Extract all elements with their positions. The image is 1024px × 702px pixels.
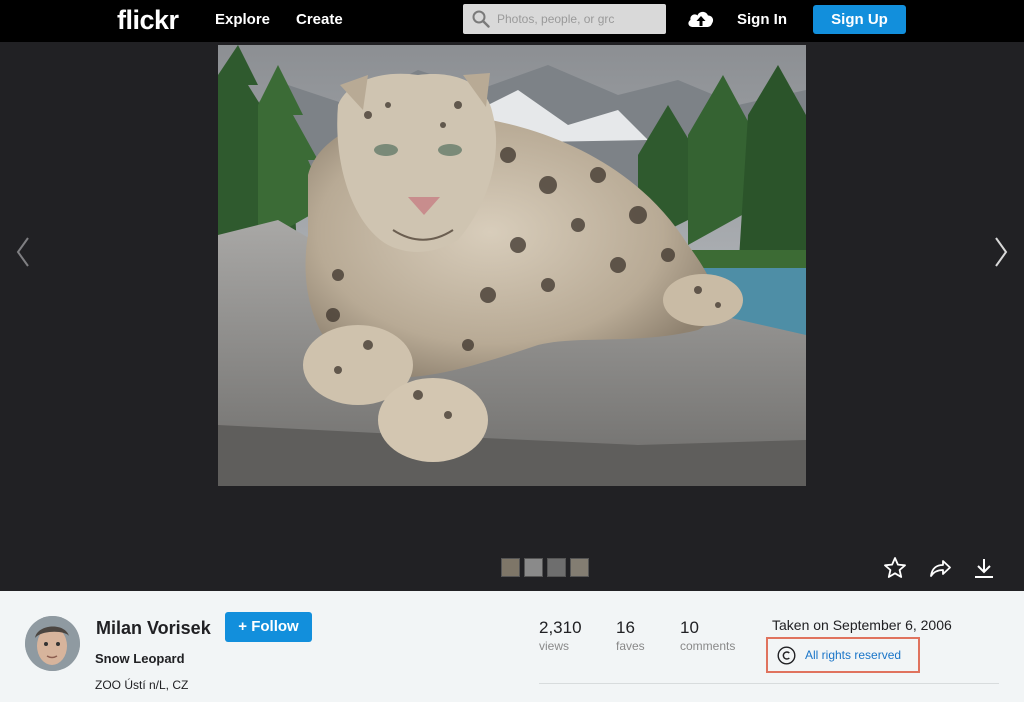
sign-up-button[interactable]: Sign Up <box>813 5 906 34</box>
thumbnail[interactable] <box>547 558 566 577</box>
snow-leopard-photo <box>218 45 806 486</box>
thumbnail[interactable] <box>524 558 543 577</box>
faves-count: 16 <box>616 618 635 637</box>
comments-label: comments <box>680 639 736 653</box>
upload-cloud-icon[interactable] <box>686 7 716 31</box>
share-arrow-icon[interactable] <box>928 556 952 580</box>
thumbnail[interactable] <box>570 558 589 577</box>
flickr-logo[interactable]: flickr <box>117 5 179 36</box>
photo-stage <box>0 42 1024 591</box>
photo-info-panel: Milan Vorisek + Follow Snow Leopard ZOO … <box>0 591 1024 702</box>
comments-stat: 10 comments <box>680 618 735 653</box>
photo-title: Snow Leopard <box>95 651 185 666</box>
views-stat: 2,310 views <box>539 618 582 653</box>
comments-count: 10 <box>680 618 699 637</box>
owner-avatar[interactable] <box>25 616 80 671</box>
favorite-star-icon[interactable] <box>883 556 907 580</box>
avatar-image <box>25 616 80 671</box>
copyright-icon <box>777 646 796 665</box>
owner-name[interactable]: Milan Vorisek <box>96 618 211 639</box>
date-taken: Taken on September 6, 2006 <box>772 617 952 633</box>
faves-label: faves <box>616 639 645 653</box>
thumbnail[interactable] <box>501 558 520 577</box>
license-highlight-box: All rights reserved <box>766 637 920 673</box>
search-input[interactable] <box>497 8 659 30</box>
nav-create[interactable]: Create <box>296 11 343 28</box>
nav-explore[interactable]: Explore <box>215 11 270 28</box>
license-link[interactable]: All rights reserved <box>805 648 901 662</box>
next-photo-arrow-icon[interactable] <box>988 232 1012 272</box>
main-photo[interactable] <box>218 45 806 486</box>
views-label: views <box>539 639 570 653</box>
info-divider <box>539 683 999 684</box>
search-box <box>463 4 666 34</box>
previous-photo-arrow-icon[interactable] <box>12 232 36 272</box>
photo-location: ZOO Ústí n/L, CZ <box>95 678 189 692</box>
download-icon[interactable] <box>972 556 996 580</box>
faves-stat: 16 faves <box>616 618 645 653</box>
top-navigation-bar: flickr Explore Create Sign In Sign Up <box>0 0 1024 42</box>
search-icon[interactable] <box>472 10 490 28</box>
sign-in-link[interactable]: Sign In <box>737 11 787 28</box>
views-count: 2,310 <box>539 618 582 637</box>
follow-button[interactable]: + Follow <box>225 612 312 642</box>
